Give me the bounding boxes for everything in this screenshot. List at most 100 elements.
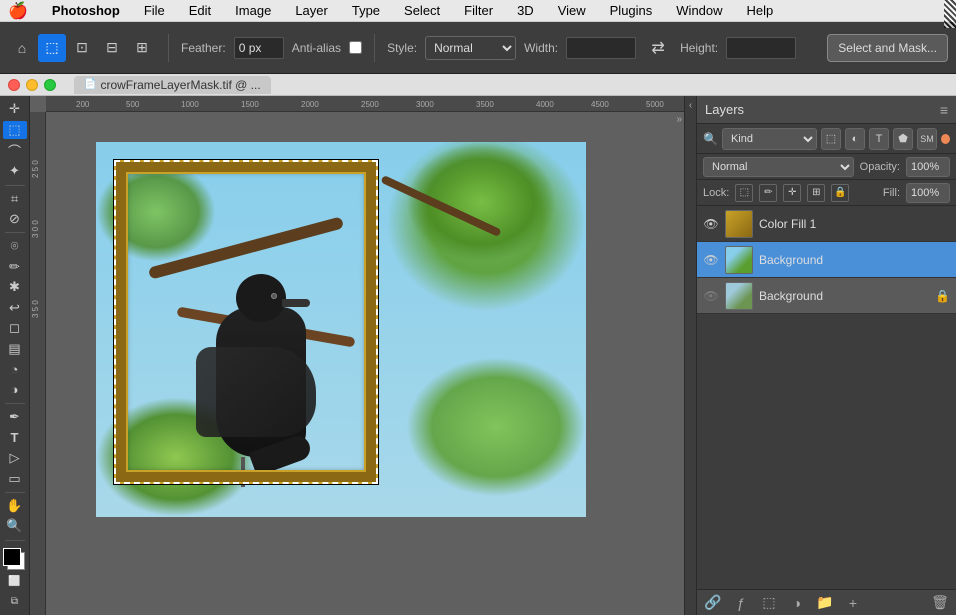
healing-brush-btn[interactable]: ⌾ <box>3 237 27 256</box>
file-tab[interactable]: 📄 crowFrameLayerMask.tif @ ... <box>74 76 271 94</box>
menu-image[interactable]: Image <box>231 3 275 18</box>
tool-separator-5 <box>5 540 25 541</box>
zoom-tool-btn[interactable]: 🔍 <box>3 517 27 536</box>
svg-text:200: 200 <box>76 100 90 109</box>
menu-help[interactable]: Help <box>743 3 778 18</box>
menu-file[interactable]: File <box>140 3 169 18</box>
svg-text:3000: 3000 <box>416 100 434 109</box>
blur-tool-btn[interactable]: ◔ <box>3 360 27 379</box>
history-brush-btn[interactable]: ↩ <box>3 299 27 318</box>
svg-text:500: 500 <box>126 100 140 109</box>
eraser-tool-btn[interactable]: ◻ <box>3 319 27 338</box>
ruler-left: 2 5 0 3 0 0 3 5 0 <box>30 112 46 615</box>
new-group-btn[interactable]: 📁 <box>815 593 835 613</box>
blend-mode-select[interactable]: Normal Dissolve Darken Multiply Color Bu… <box>703 157 854 177</box>
filter-select[interactable]: Kind Name Effect Mode Attribute Color Sm… <box>722 128 817 150</box>
menu-select[interactable]: Select <box>400 3 444 18</box>
brush-tool-btn[interactable]: ✏ <box>3 258 27 277</box>
eyedropper-tool-btn[interactable]: ⊘ <box>3 210 27 229</box>
path-selection-btn[interactable]: ▷ <box>3 449 27 468</box>
lock-transparent-btn[interactable]: ⬚ <box>735 184 753 202</box>
separator-1 <box>168 34 169 62</box>
crop-tool-btn[interactable]: ⌗ <box>3 189 27 208</box>
layer-item-color-fill[interactable]: 👁 Color Fill 1 <box>697 206 956 242</box>
bird-beak <box>282 299 310 307</box>
close-btn[interactable] <box>8 79 20 91</box>
menu-type[interactable]: Type <box>348 3 384 18</box>
eye-btn-color-fill[interactable]: 👁 <box>703 216 719 232</box>
minimize-btn[interactable] <box>26 79 38 91</box>
subtract-selection-btn[interactable]: ⊞ <box>128 34 156 62</box>
filter-active-indicator <box>941 134 950 144</box>
layers-menu-btn[interactable]: ≡ <box>940 102 948 118</box>
feather-input[interactable] <box>234 37 284 59</box>
filter-smart-btn[interactable]: SM <box>917 128 937 150</box>
filter-type-btn[interactable]: T <box>869 128 889 150</box>
lock-artboard-btn[interactable]: ⊞ <box>807 184 825 202</box>
menu-edit[interactable]: Edit <box>185 3 215 18</box>
lock-position-btn[interactable]: ✛ <box>783 184 801 202</box>
lock-image-btn[interactable]: ✏ <box>759 184 777 202</box>
lock-all-btn[interactable]: 🔒 <box>831 184 849 202</box>
new-adjustment-btn[interactable]: ◑ <box>787 593 807 613</box>
magic-wand-tool-btn[interactable]: ✦ <box>3 162 27 181</box>
eye-btn-bg-masked[interactable]: 👁 <box>703 252 719 268</box>
gradient-tool-btn[interactable]: ▤ <box>3 340 27 359</box>
layers-panel-collapse[interactable]: ‹ <box>684 96 696 615</box>
menu-view[interactable]: View <box>554 3 590 18</box>
hand-tool-btn[interactable]: ✋ <box>3 497 27 516</box>
bird-wing <box>196 347 316 437</box>
add-mask-btn[interactable]: ⬚ <box>759 593 779 613</box>
foreground-color-swatch[interactable] <box>3 548 21 566</box>
menu-window[interactable]: Window <box>672 3 726 18</box>
filter-shape-btn[interactable]: ⬟ <box>893 128 913 150</box>
move-tool-btn[interactable]: ✛ <box>3 100 27 119</box>
layer-blend-bar: Normal Dissolve Darken Multiply Color Bu… <box>697 154 956 180</box>
type-tool-btn[interactable]: T <box>3 428 27 447</box>
filter-pixel-btn[interactable]: ⬚ <box>821 128 841 150</box>
rectangular-marquee-btn[interactable]: ⬚ <box>38 34 66 62</box>
pen-tool-btn[interactable]: ✒ <box>3 408 27 427</box>
shape-tool-btn[interactable]: ▭ <box>3 469 27 488</box>
fill-input[interactable] <box>906 183 950 203</box>
layer-item-background-original[interactable]: 👁 Background 🔒 <box>697 278 956 314</box>
intersect-selection-btn[interactable]: ⊟ <box>98 34 126 62</box>
add-style-btn[interactable]: ƒ <box>731 593 751 613</box>
opacity-input[interactable] <box>906 157 950 177</box>
svg-text:3 5 0: 3 5 0 <box>31 300 40 318</box>
svg-text:3500: 3500 <box>476 100 494 109</box>
width-input[interactable] <box>566 37 636 59</box>
menu-layer[interactable]: Layer <box>291 3 332 18</box>
menu-filter[interactable]: Filter <box>460 3 497 18</box>
apple-menu[interactable]: 🍎 <box>8 1 28 21</box>
quick-mask-btn[interactable]: ⬜ <box>3 572 27 591</box>
select-and-mask-btn[interactable]: Select and Mask... <box>827 34 948 62</box>
move-selection-btn[interactable]: ⊡ <box>68 34 96 62</box>
swap-dimensions-btn[interactable]: ⇄ <box>644 34 672 62</box>
link-layers-btn[interactable]: 🔗 <box>703 593 723 613</box>
maximize-btn[interactable] <box>44 79 56 91</box>
menu-3d[interactable]: 3D <box>513 3 538 18</box>
filter-adjustment-btn[interactable]: ◐ <box>845 128 865 150</box>
delete-layer-btn[interactable]: 🗑 <box>930 593 950 613</box>
tool-separator-1 <box>5 185 25 186</box>
new-layer-btn[interactable]: + <box>843 593 863 613</box>
dodge-tool-btn[interactable]: ◑ <box>3 381 27 400</box>
clone-stamp-btn[interactable]: ✱ <box>3 278 27 297</box>
canvas-area[interactable]: 200 500 1000 1500 2000 2500 3000 3500 40… <box>30 96 684 615</box>
lasso-tool-btn[interactable]: ⌒ <box>3 141 27 160</box>
eye-btn-bg-original[interactable]: 👁 <box>703 288 719 304</box>
antialias-checkbox[interactable] <box>349 41 362 54</box>
height-input[interactable] <box>726 37 796 59</box>
screen-mode-btn[interactable]: ⧉ <box>3 592 27 611</box>
canvas-content[interactable]: » <box>46 112 684 615</box>
separator-2 <box>374 34 375 62</box>
antialias-label: Anti-alias <box>292 41 341 55</box>
style-select[interactable]: Normal Fixed Ratio Fixed Size <box>425 36 516 60</box>
menu-plugins[interactable]: Plugins <box>606 3 657 18</box>
layer-item-background-masked[interactable]: 👁 Background <box>697 242 956 278</box>
menu-photoshop[interactable]: Photoshop <box>48 3 124 18</box>
marquee-tool-btn[interactable]: ⬚ <box>3 121 27 140</box>
canvas-image <box>96 142 586 517</box>
home-btn[interactable]: ⌂ <box>8 34 36 62</box>
